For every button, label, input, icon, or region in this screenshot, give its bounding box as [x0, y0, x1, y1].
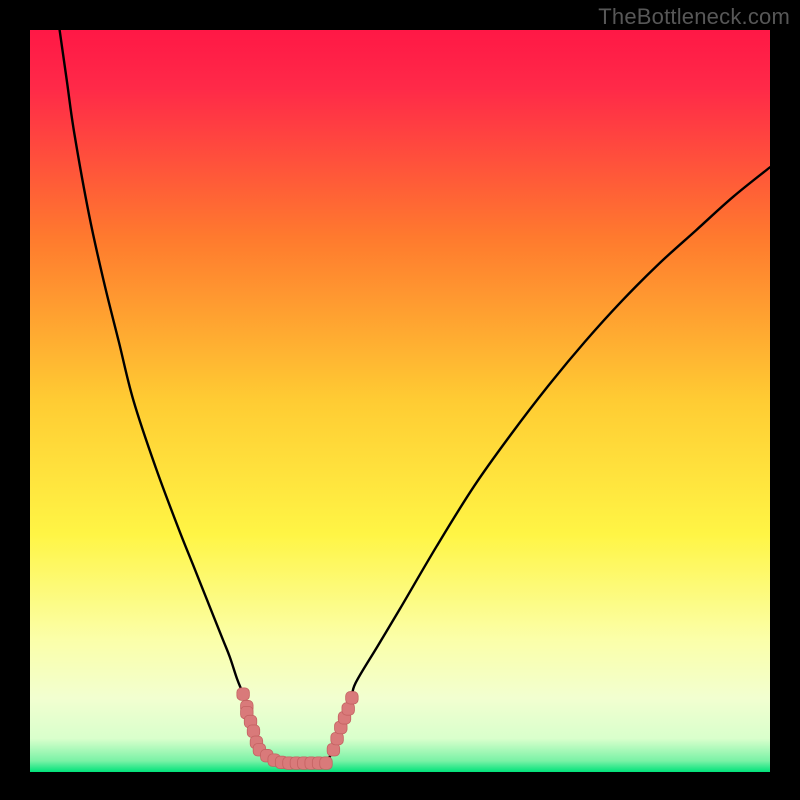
- marker-point: [331, 732, 344, 745]
- marker-point: [342, 703, 355, 716]
- marker-point: [320, 757, 333, 770]
- chart-container: { "watermark": "TheBottleneck.com", "col…: [0, 0, 800, 800]
- marker-point: [247, 725, 259, 738]
- chart-svg: [30, 30, 770, 772]
- watermark-text: TheBottleneck.com: [598, 4, 790, 30]
- marker-point: [327, 743, 340, 756]
- gradient-backdrop: [30, 30, 770, 772]
- marker-point: [346, 692, 359, 705]
- marker-point: [237, 688, 250, 701]
